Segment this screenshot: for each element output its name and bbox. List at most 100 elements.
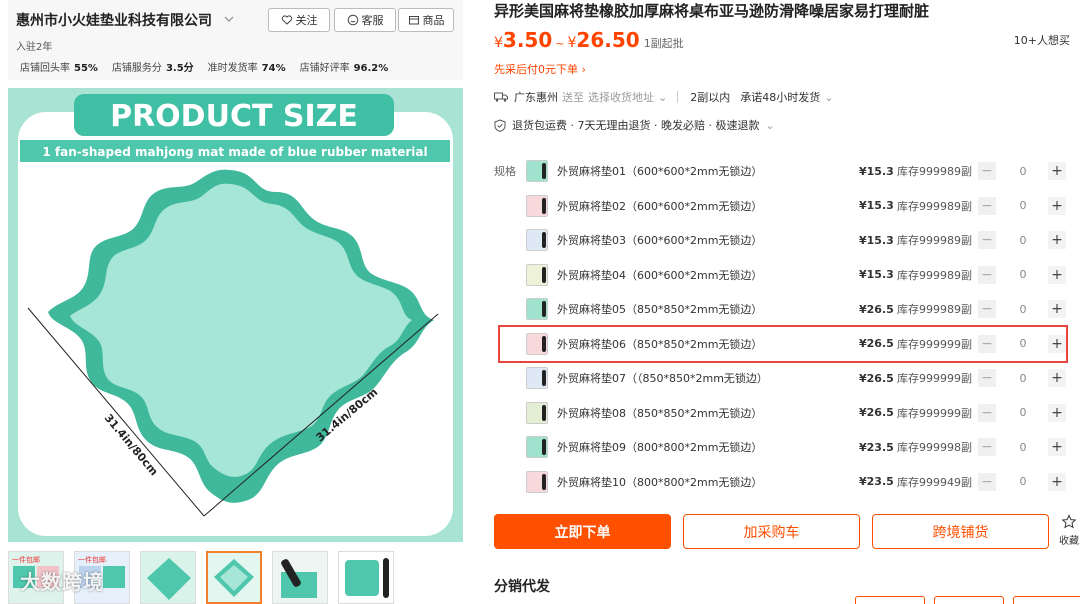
- spec-swatch[interactable]: [526, 263, 548, 286]
- spec-row[interactable]: 外贸麻将垫10（800*800*2mm无锁边） ¥23.5 库存999949副 − 0 +: [520, 465, 1076, 500]
- qty-plus-button[interactable]: +: [1048, 162, 1066, 181]
- min-order: 1副起批: [643, 37, 684, 50]
- spec-row[interactable]: 外贸麻将垫09（800*800*2mm无锁边） ¥23.5 库存999998副 − 0 +: [520, 430, 1076, 465]
- qty-minus-button[interactable]: −: [978, 472, 996, 491]
- watermark: 大数跨境: [20, 570, 104, 594]
- qty-minus-button[interactable]: −: [978, 162, 996, 181]
- shop-card: 惠州市小火娃垫业科技有限公司 关注 客服 商品 入驻2年 店铺回头率 55% 店铺…: [8, 0, 463, 80]
- spec-row[interactable]: 外贸麻将垫02（600*600*2mm无锁边） ¥15.3 库存999989副 − 0 +: [520, 189, 1076, 224]
- metric: 准时发货率 74%: [207, 63, 286, 74]
- cross-border-list-button[interactable]: 跨境铺货: [872, 514, 1049, 549]
- product-title: 异形美国麻将垫橡胶加厚麻将桌布亚马逊防滑降噪居家易打理耐脏: [494, 2, 930, 20]
- spec-row[interactable]: 外贸麻将垫07（（850*850*2mm无锁边） ¥26.5 库存999999副 − 0…: [520, 361, 1076, 396]
- qty-minus-button[interactable]: −: [978, 196, 996, 215]
- spec-swatch[interactable]: [526, 160, 548, 183]
- guarantee-row[interactable]: 退货包运费 · 7天无理由退货 · 晚发必赔 · 极速退款 ⌄: [494, 117, 775, 133]
- qty-plus-button[interactable]: +: [1048, 438, 1066, 457]
- spec-row[interactable]: 外贸麻将垫08（850*850*2mm无锁边） ¥26.5 库存999999副 − 0 +: [520, 396, 1076, 431]
- wants-count: 10+人想买: [1013, 34, 1070, 47]
- qty-value[interactable]: 0: [1016, 165, 1030, 178]
- qty-value[interactable]: 0: [1016, 406, 1030, 419]
- qty-value[interactable]: 0: [1016, 475, 1030, 488]
- thumb-badge: 一件包邮: [78, 555, 106, 564]
- qty-minus-button[interactable]: −: [978, 369, 996, 388]
- qty-plus-button[interactable]: +: [1048, 300, 1066, 319]
- qty-value[interactable]: 0: [1016, 441, 1030, 454]
- qty-value[interactable]: 0: [1016, 199, 1030, 212]
- spec-price: ¥26.5: [859, 406, 894, 420]
- spec-price: ¥26.5: [859, 302, 894, 316]
- qty-plus-button[interactable]: +: [1048, 231, 1066, 250]
- banner-subtitle: 1 fan-shaped mahjong mat made of blue ru…: [42, 145, 427, 159]
- qty-plus-button[interactable]: +: [1048, 265, 1066, 284]
- spec-row[interactable]: 外贸麻将垫04（600*600*2mm无锁边） ¥15.3 库存999989副 − 0 +: [520, 258, 1076, 293]
- price-low: 3.50: [502, 28, 553, 52]
- truck-icon: [494, 92, 508, 102]
- qty-value[interactable]: 0: [1016, 303, 1030, 316]
- spec-price: ¥15.3: [859, 199, 894, 213]
- qty-value[interactable]: 0: [1016, 234, 1030, 247]
- ship-from: 广东惠州: [514, 91, 558, 104]
- shield-check-icon: [494, 118, 506, 132]
- qty-minus-button[interactable]: −: [978, 403, 996, 422]
- spec-price: ¥15.3: [859, 233, 894, 247]
- thumbnail[interactable]: [272, 551, 328, 604]
- spec-swatch[interactable]: [526, 298, 548, 321]
- collect-button[interactable]: 收藏: [1058, 514, 1080, 547]
- qty-minus-button[interactable]: −: [978, 438, 996, 457]
- buy-now-pay-later-link[interactable]: 先采后付0元下单 ›: [494, 61, 586, 77]
- qty-value[interactable]: 0: [1016, 268, 1030, 281]
- follow-button[interactable]: 关注: [268, 8, 330, 32]
- price-high: 26.50: [576, 28, 640, 52]
- collect-label: 收藏: [1059, 536, 1079, 547]
- spec-swatch[interactable]: [526, 470, 548, 493]
- service-label: 客服: [361, 14, 384, 27]
- spec-price: ¥23.5: [859, 440, 894, 454]
- qty-minus-button[interactable]: −: [978, 231, 996, 250]
- goods-button[interactable]: 商品: [398, 8, 454, 32]
- qty-plus-button[interactable]: +: [1048, 369, 1066, 388]
- qty-value[interactable]: 0: [1016, 372, 1030, 385]
- ship-promise[interactable]: 承诺48小时发货: [740, 89, 820, 105]
- spec-row[interactable]: 外贸麻将垫01（600*600*2mm无锁边） ¥15.3 库存999989副 − 0 +: [520, 154, 1076, 189]
- qty-plus-button[interactable]: +: [1048, 403, 1066, 422]
- customer-service-button[interactable]: 客服: [334, 8, 396, 32]
- chevron-down-icon[interactable]: ⌄: [765, 119, 774, 132]
- distribution-tab[interactable]: [1013, 596, 1080, 604]
- distribution-tab[interactable]: [855, 596, 925, 604]
- shop-icon: [408, 16, 419, 25]
- chevron-down-icon[interactable]: [222, 12, 236, 26]
- qty-plus-button[interactable]: +: [1048, 196, 1066, 215]
- qty-minus-button[interactable]: −: [978, 265, 996, 284]
- qty-minus-button[interactable]: −: [978, 300, 996, 319]
- spec-swatch[interactable]: [526, 194, 548, 217]
- chevron-down-icon[interactable]: ⌄: [658, 91, 667, 104]
- spec-name: 外贸麻将垫04（600*600*2mm无锁边）: [557, 268, 763, 282]
- qty-plus-button[interactable]: +: [1048, 472, 1066, 491]
- spec-row[interactable]: 外贸麻将垫03（600*600*2mm无锁边） ¥15.3 库存999989副 − 0 +: [520, 223, 1076, 258]
- thumbnail-selected[interactable]: [206, 551, 262, 604]
- follow-label: 关注: [295, 14, 318, 27]
- thumbnail[interactable]: [338, 551, 394, 604]
- spec-swatch[interactable]: [526, 367, 548, 390]
- selection-highlight: [498, 325, 1068, 363]
- spec-swatch[interactable]: [526, 401, 548, 424]
- left-column: 惠州市小火娃垫业科技有限公司 关注 客服 商品 入驻2年 店铺回头率 55% 店铺…: [0, 0, 470, 604]
- star-icon: [1061, 514, 1077, 529]
- spec-swatch[interactable]: [526, 229, 548, 252]
- spec-row[interactable]: 外贸麻将垫05（850*850*2mm无锁边） ¥26.5 库存999989副 − 0 +: [520, 292, 1076, 327]
- add-to-cart-button[interactable]: 加采购车: [683, 514, 860, 549]
- spec-stock: 库存999989副: [897, 165, 972, 179]
- chevron-down-icon[interactable]: ⌄: [824, 91, 833, 104]
- main-product-image[interactable]: PRODUCT SIZE 1 fan-shaped mahjong mat ma…: [8, 88, 463, 542]
- thumbnail[interactable]: [140, 551, 196, 604]
- spec-swatch[interactable]: [526, 436, 548, 459]
- shop-name[interactable]: 惠州市小火娃垫业科技有限公司: [16, 10, 212, 30]
- shop-years: 入驻2年: [16, 42, 53, 53]
- distribution-tab[interactable]: [934, 596, 1004, 604]
- address-select[interactable]: 选择收货地址: [588, 89, 654, 105]
- order-now-button[interactable]: 立即下单: [494, 514, 671, 549]
- spec-price: ¥15.3: [859, 268, 894, 282]
- spec-stock: 库存999989副: [897, 268, 972, 282]
- spec-stock: 库存999989副: [897, 303, 972, 317]
